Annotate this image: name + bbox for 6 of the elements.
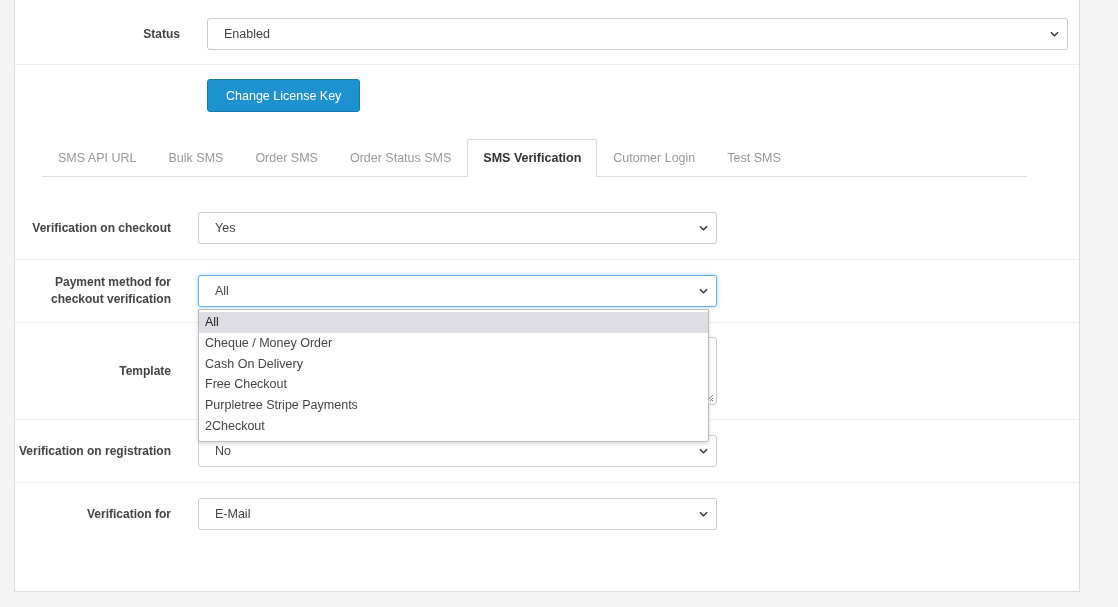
field-label: Payment method for checkout verification xyxy=(49,274,171,308)
field-label: Status xyxy=(142,27,181,41)
field-label: Verification on checkout xyxy=(31,219,171,237)
field-label: Verification on registration xyxy=(17,442,171,460)
field-label: Verification for xyxy=(85,505,171,523)
field-label: Template xyxy=(118,362,171,380)
